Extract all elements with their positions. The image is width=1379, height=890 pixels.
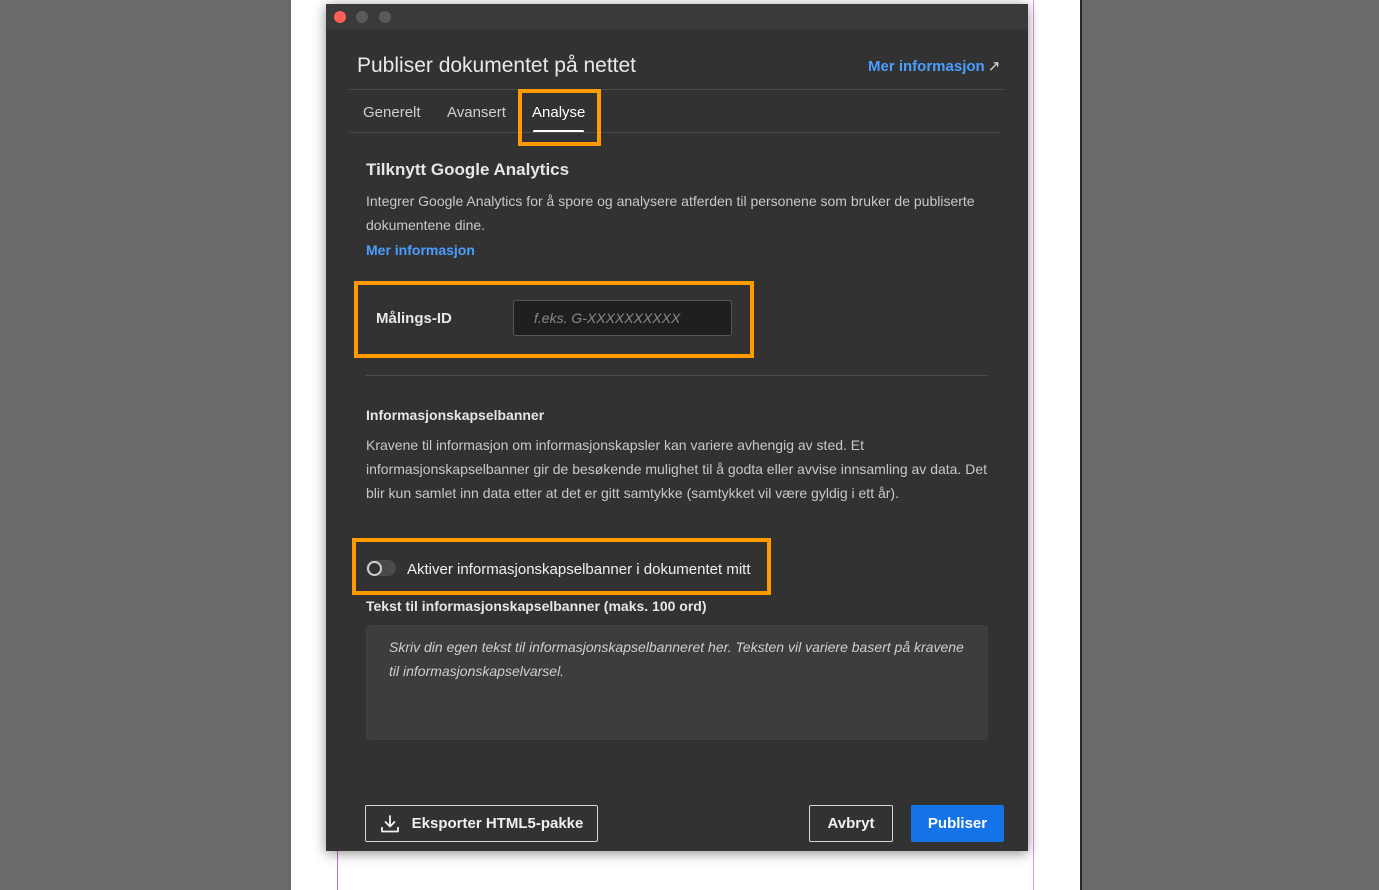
margin-guide-left — [337, 848, 338, 890]
tab-generelt[interactable]: Generelt — [363, 104, 421, 121]
analytics-more-info-link[interactable]: Mer informasjon — [366, 242, 475, 258]
tabs-divider — [349, 132, 1000, 133]
analytics-description: Integrer Google Analytics for å spore og… — [366, 193, 975, 233]
download-icon — [380, 814, 399, 832]
analytics-section-title: Tilknytt Google Analytics — [366, 160, 570, 179]
header-divider — [349, 89, 1005, 90]
cookie-banner-text-input[interactable] — [366, 625, 988, 740]
document-page-edge — [1080, 0, 1082, 890]
maximize-window-button[interactable] — [379, 11, 391, 23]
help-link-label: Mer informasjon — [868, 58, 985, 75]
window-titlebar — [326, 4, 1028, 30]
publish-button[interactable]: Publiser — [911, 805, 1004, 842]
cookie-text-label: Tekst til informasjonskapselbanner (maks… — [366, 598, 707, 614]
cookie-section-title: Informasjonskapselbanner — [366, 407, 545, 423]
help-link[interactable]: Mer informasjon ↗ — [868, 57, 1000, 75]
close-window-button[interactable] — [334, 11, 346, 23]
cookie-banner-toggle[interactable] — [366, 560, 396, 576]
section-divider — [366, 375, 987, 376]
margin-guide-right — [1033, 0, 1034, 890]
cookie-banner-toggle-label[interactable]: Aktiver informasjonskapselbanner i dokum… — [407, 561, 751, 578]
highlight-box-tab — [518, 89, 601, 146]
publish-online-dialog: Publiser dokumentet på nettet Mer inform… — [326, 4, 1028, 851]
measurement-id-label: Målings-ID — [376, 310, 452, 327]
dialog-title: Publiser dokumentet på nettet — [357, 54, 637, 77]
export-html5-button[interactable]: Eksporter HTML5-pakke — [365, 805, 598, 842]
tab-avansert[interactable]: Avansert — [447, 104, 506, 121]
external-link-icon: ↗ — [987, 58, 1001, 75]
minimize-window-button[interactable] — [356, 11, 368, 23]
cancel-button[interactable]: Avbryt — [809, 805, 893, 842]
export-button-label: Eksporter HTML5-pakke — [411, 815, 584, 832]
cookie-description: Kravene til informasjon om informasjonsk… — [366, 437, 988, 501]
toggle-knob — [367, 561, 382, 576]
measurement-id-input[interactable] — [513, 300, 732, 336]
